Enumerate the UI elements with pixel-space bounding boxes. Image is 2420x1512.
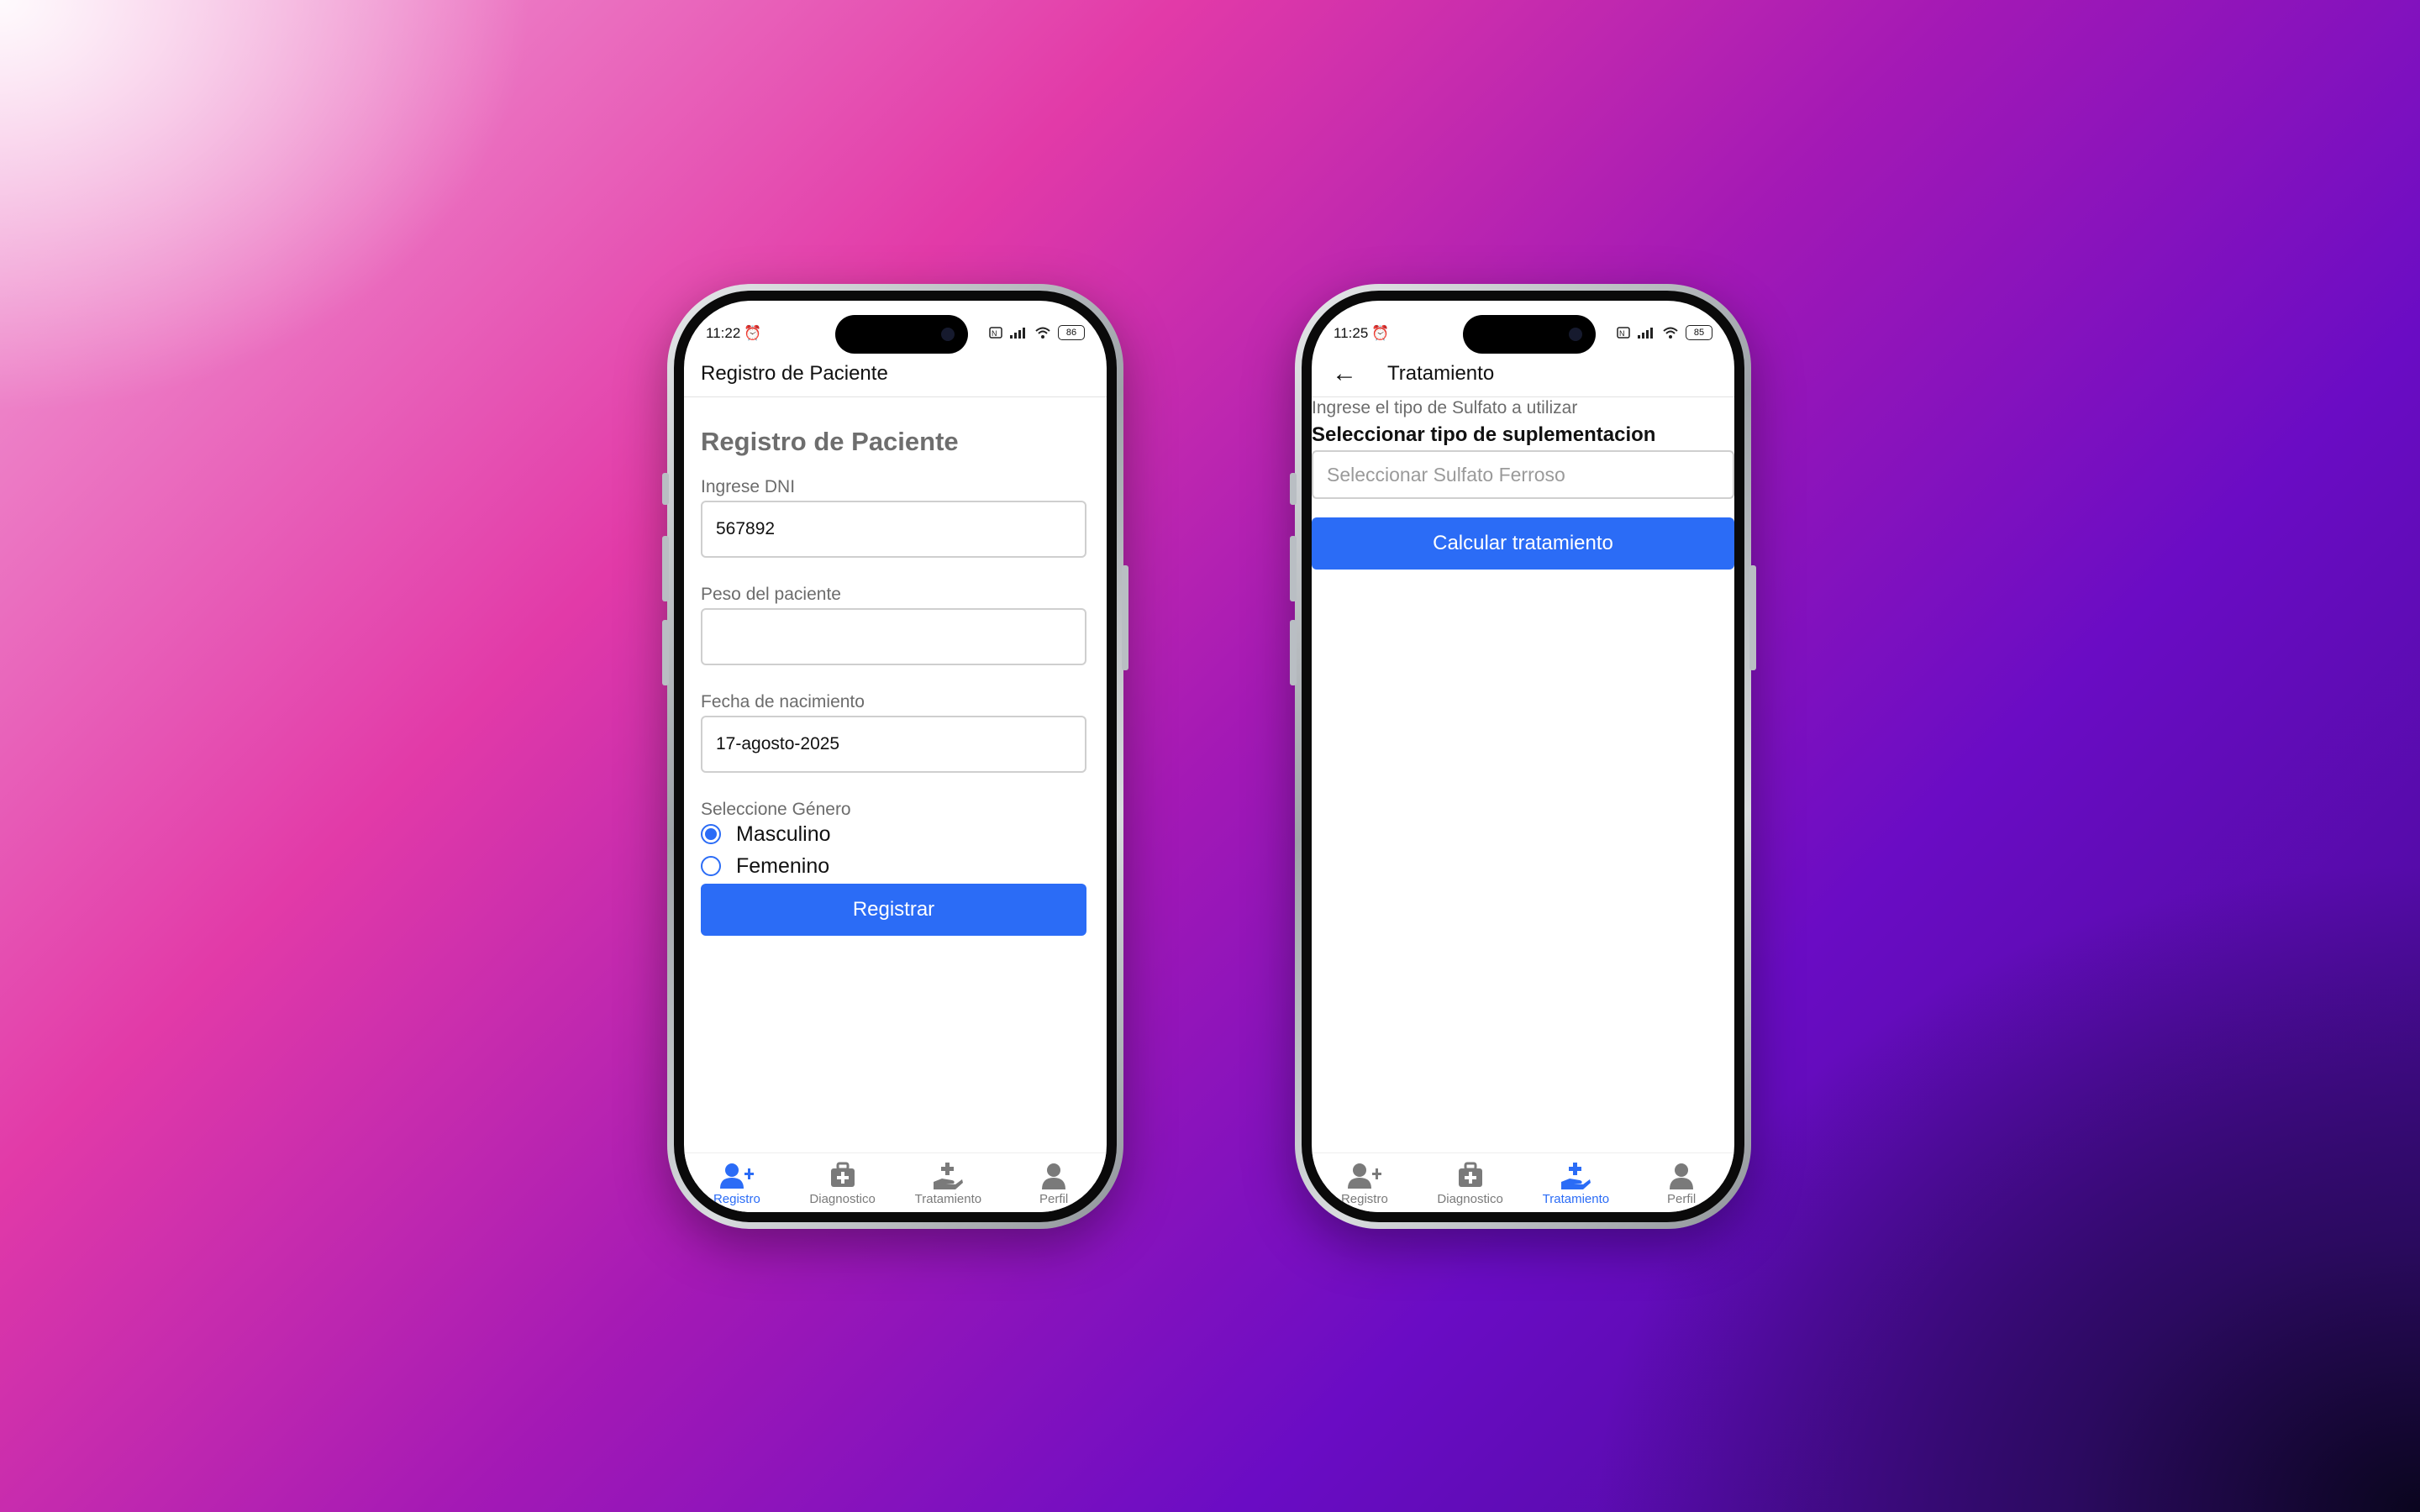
tab-perfil[interactable]: Perfil — [1628, 1153, 1734, 1212]
svg-text:N: N — [992, 329, 997, 338]
status-time: 11:22 — [706, 325, 741, 341]
alarm-icon: ⏰ — [1371, 325, 1390, 341]
wifi-icon — [1663, 327, 1678, 339]
radio-femenino[interactable]: Femenino — [701, 850, 829, 882]
wifi-icon — [1035, 327, 1050, 339]
tab-label: Diagnostico — [809, 1192, 876, 1206]
tab-label: Tratamiento — [914, 1192, 982, 1206]
sulfato-hint: Ingrese el tipo de Sulfato a utilizar — [1312, 398, 1578, 417]
app-bar: Registro de Paciente — [684, 351, 1107, 397]
tab-label: Perfil — [1667, 1192, 1697, 1206]
fecha-input[interactable]: 17-agosto-2025 — [701, 716, 1086, 773]
status-bar: 11:25 ⏰ N 85 — [1334, 323, 1712, 348]
user-icon — [1042, 1163, 1066, 1189]
tab-registro[interactable]: Registro — [684, 1153, 790, 1212]
page-title: Tratamiento — [1387, 362, 1495, 385]
fecha-label: Fecha de nacimiento — [701, 692, 865, 711]
tab-label: Perfil — [1039, 1192, 1069, 1206]
status-bar: 11:22 ⏰ N 86 — [706, 323, 1085, 348]
radio-unchecked-icon[interactable] — [701, 856, 721, 876]
hand-medical-icon — [1561, 1163, 1591, 1189]
tab-diagnostico[interactable]: Diagnostico — [790, 1153, 896, 1212]
alarm-icon: ⏰ — [744, 325, 762, 341]
power-button — [1122, 565, 1128, 670]
radio-label-femenino: Femenino — [736, 853, 830, 878]
registro-form: Registro de Paciente Ingrese DNI 567892 … — [684, 398, 1107, 1145]
bottom-tab-bar: Registro Diagnostico Tratamiento Perfil — [1312, 1152, 1734, 1212]
radio-masculino[interactable]: Masculino — [701, 818, 831, 850]
section-heading: Seleccionar tipo de suplementacion — [1312, 423, 1656, 446]
silent-switch — [662, 473, 669, 505]
radio-label-masculino: Masculino — [736, 822, 831, 846]
phone-left: 11:22 ⏰ N 86 Registro de Paciente Registr… — [662, 284, 1128, 1229]
app-bar: ← Tratamiento — [1312, 351, 1734, 397]
tab-perfil[interactable]: Perfil — [1001, 1153, 1107, 1212]
tab-label: Diagnostico — [1437, 1192, 1503, 1206]
medkit-icon — [830, 1162, 855, 1187]
signal-icon — [1010, 328, 1025, 339]
sulfato-select[interactable]: Seleccionar Sulfato Ferroso — [1312, 450, 1734, 499]
volume-down-button — [1290, 620, 1297, 685]
bottom-tab-bar: Registro Diagnostico Tratamiento Perfil — [684, 1152, 1107, 1212]
registrar-button[interactable]: Registrar — [701, 884, 1086, 936]
dni-input[interactable]: 567892 — [701, 501, 1086, 558]
tratamiento-form: Ingrese el tipo de Sulfato a utilizar Se… — [1312, 398, 1734, 1145]
tab-diagnostico[interactable]: Diagnostico — [1418, 1153, 1523, 1212]
user-plus-icon — [1347, 1163, 1381, 1189]
volume-up-button — [662, 536, 669, 601]
volume-down-button — [662, 620, 669, 685]
power-button — [1749, 565, 1756, 670]
volume-up-button — [1290, 536, 1297, 601]
phone-right: 11:25 ⏰ N 85 ← Tratamiento Ingrese el tip… — [1290, 284, 1756, 1229]
tab-label: Tratamiento — [1542, 1192, 1610, 1206]
svg-text:N: N — [1619, 329, 1625, 338]
status-time: 11:25 — [1334, 325, 1369, 341]
screen: 11:25 ⏰ N 85 ← Tratamiento Ingrese el tip… — [1312, 301, 1734, 1212]
calcular-tratamiento-button[interactable]: Calcular tratamiento — [1312, 517, 1734, 570]
silent-switch — [1290, 473, 1297, 505]
radio-checked-icon[interactable] — [701, 824, 721, 844]
genero-label: Seleccione Género — [701, 800, 851, 819]
tab-registro[interactable]: Registro — [1312, 1153, 1418, 1212]
tab-tratamiento[interactable]: Tratamiento — [1523, 1153, 1629, 1212]
nfc-icon: N — [989, 327, 1002, 339]
medkit-icon — [1458, 1162, 1482, 1187]
nfc-icon: N — [1617, 327, 1630, 339]
back-arrow-icon[interactable]: ← — [1332, 360, 1357, 388]
user-plus-icon — [719, 1163, 754, 1189]
peso-input[interactable] — [701, 608, 1086, 665]
peso-label: Peso del paciente — [701, 585, 841, 604]
tab-label: Registro — [713, 1192, 760, 1206]
dni-label: Ingrese DNI — [701, 477, 796, 496]
page-title: Registro de Paciente — [701, 362, 888, 385]
tab-label: Registro — [1340, 1192, 1388, 1206]
signal-icon — [1638, 328, 1653, 339]
form-heading: Registro de Paciente — [701, 427, 959, 456]
battery-indicator: 85 — [1686, 325, 1712, 340]
tab-tratamiento[interactable]: Tratamiento — [896, 1153, 1002, 1212]
user-icon — [1670, 1163, 1694, 1189]
battery-indicator: 86 — [1058, 325, 1085, 340]
hand-medical-icon — [934, 1163, 964, 1189]
screen: 11:22 ⏰ N 86 Registro de Paciente Registr… — [684, 301, 1107, 1212]
